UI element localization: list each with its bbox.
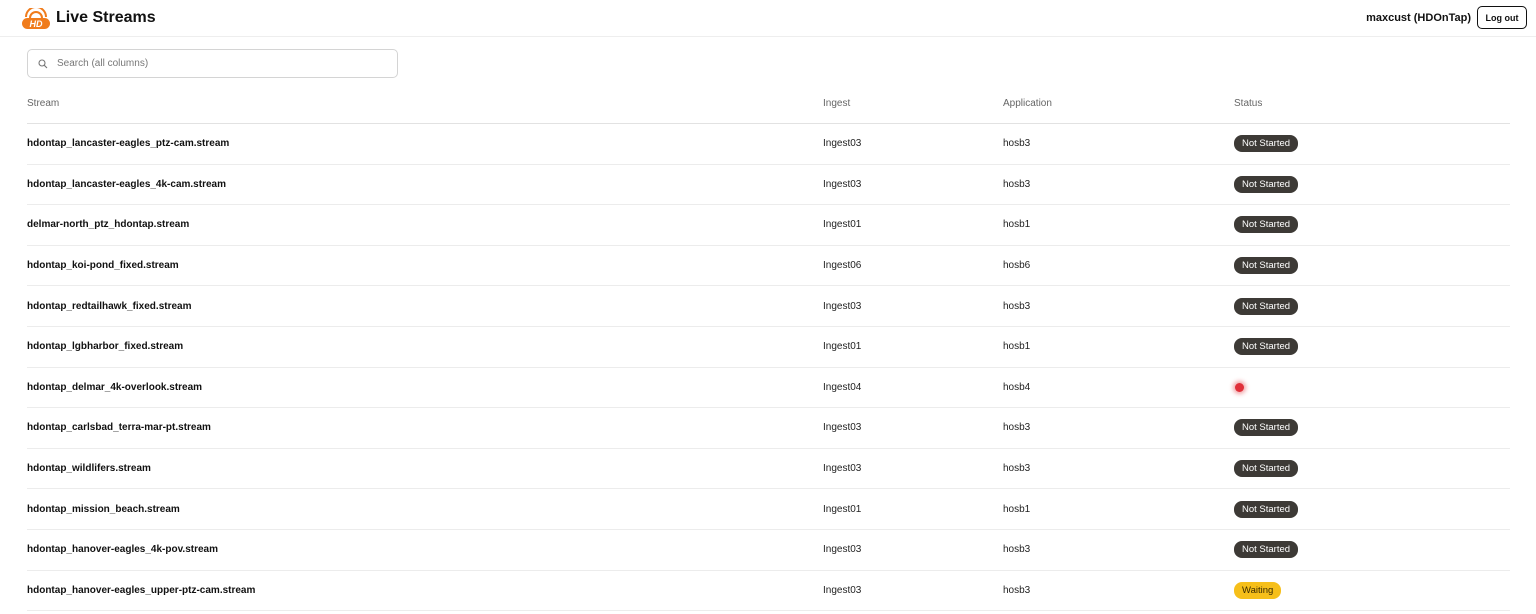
stream-name: delmar-north_ptz_hdontap.stream: [27, 219, 190, 231]
ingest-value: Ingest04: [823, 381, 862, 393]
stream-name: hdontap_lancaster-eagles_ptz-cam.stream: [27, 138, 230, 150]
status-cell: Not Started: [1234, 205, 1299, 245]
stream-name: hdontap_lancaster-eagles_4k-cam.stream: [27, 178, 226, 190]
ingest-value: Ingest03: [823, 300, 862, 312]
status-badge: Not Started: [1234, 541, 1299, 559]
search-input[interactable]: [57, 58, 397, 69]
status-cell: Not Started: [1234, 530, 1299, 570]
table-row[interactable]: delmar-north_ptz_hdontap.stream Ingest01 h…: [27, 205, 1510, 246]
live-status-dot-icon: [1235, 382, 1244, 392]
status-cell: Not Started: [1234, 327, 1299, 367]
application-value: hosb3: [1003, 544, 1031, 556]
status-cell: Not Started: [1234, 165, 1299, 205]
application-value: hosb3: [1003, 178, 1031, 190]
stream-name: hdontap_delmar_4k-overlook.stream: [27, 381, 203, 393]
stream-name: hdontap_carlsbad_terra-mar-pt.stream: [27, 422, 211, 434]
stream-name: hdontap_lgbharbor_fixed.stream: [27, 341, 184, 353]
table-row[interactable]: hdontap_redtailhawk_fixed.stream Ingest03…: [27, 286, 1510, 327]
table-row[interactable]: hdontap_lancaster-eagles_4k-cam.stream In…: [27, 165, 1510, 206]
table-row[interactable]: hdontap_hanover-eagles_4k-pov.stream Inge…: [27, 530, 1510, 571]
status-cell: Not Started: [1234, 246, 1299, 286]
streams-table: Stream Ingest Application Status hdontap…: [27, 83, 1510, 612]
status-badge: Not Started: [1234, 460, 1299, 478]
stream-name: hdontap_koi-pond_fixed.stream: [27, 260, 179, 272]
status-cell: [1234, 368, 1244, 408]
search-box[interactable]: [27, 49, 398, 78]
table-header: Stream Ingest Application Status: [27, 83, 1510, 124]
ingest-value: Ingest01: [823, 341, 862, 353]
user-name: maxcust (HDOnTap): [1366, 12, 1471, 24]
ingest-value: Ingest06: [823, 260, 862, 272]
application-value: hosb3: [1003, 300, 1031, 312]
table-row[interactable]: hdontap_delmar_4k-overlook.stream Ingest0…: [27, 368, 1510, 409]
column-header-application[interactable]: Application: [1003, 83, 1052, 123]
status-badge: Not Started: [1234, 135, 1299, 153]
table-row[interactable]: hdontap_hanover-eagles_upper-ptz-cam.str…: [27, 571, 1510, 612]
column-header-status[interactable]: Status: [1234, 83, 1262, 123]
status-cell: Not Started: [1234, 408, 1299, 448]
column-header-stream[interactable]: Stream: [27, 83, 59, 123]
application-value: hosb3: [1003, 138, 1031, 150]
table-row[interactable]: hdontap_carlsbad_terra-mar-pt.stream Inge…: [27, 408, 1510, 449]
status-badge: Not Started: [1234, 257, 1299, 275]
application-value: hosb1: [1003, 341, 1031, 353]
application-value: hosb3: [1003, 584, 1031, 596]
status-badge: Not Started: [1234, 216, 1299, 234]
page-title: Live Streams: [56, 9, 156, 26]
status-badge: Not Started: [1234, 175, 1299, 193]
top-bar: HD Live Streams maxcust (HDOnTap) Log ou…: [0, 0, 1536, 37]
stream-name: hdontap_wildlifers.stream: [27, 463, 151, 475]
ingest-value: Ingest03: [823, 463, 862, 475]
stream-name: hdontap_hanover-eagles_upper-ptz-cam.str…: [27, 584, 256, 596]
status-cell: Not Started: [1234, 286, 1299, 326]
ingest-value: Ingest03: [823, 544, 862, 556]
ingest-value: Ingest01: [823, 219, 862, 231]
logout-button[interactable]: Log out: [1477, 6, 1527, 29]
table-row[interactable]: hdontap_mission_beach.stream Ingest01 hosb…: [27, 489, 1510, 530]
status-cell: Waiting: [1234, 571, 1282, 611]
ingest-value: Ingest03: [823, 422, 862, 434]
status-badge: Not Started: [1234, 419, 1299, 437]
application-value: hosb1: [1003, 503, 1031, 515]
application-value: hosb6: [1003, 260, 1031, 272]
ingest-value: Ingest03: [823, 178, 862, 190]
logo-text: HD: [30, 19, 43, 29]
stream-name: hdontap_hanover-eagles_4k-pov.stream: [27, 544, 218, 556]
status-badge: Not Started: [1234, 338, 1299, 356]
application-value: hosb3: [1003, 463, 1031, 475]
status-badge: Waiting: [1234, 581, 1282, 599]
table-row[interactable]: hdontap_koi-pond_fixed.stream Ingest06 hos…: [27, 246, 1510, 287]
application-value: hosb3: [1003, 422, 1031, 434]
ingest-value: Ingest03: [823, 584, 862, 596]
search-icon: [38, 58, 48, 68]
status-badge: Not Started: [1234, 297, 1299, 315]
table-row[interactable]: hdontap_lancaster-eagles_ptz-cam.stream I…: [27, 124, 1510, 165]
status-cell: Not Started: [1234, 489, 1299, 529]
stream-name: hdontap_redtailhawk_fixed.stream: [27, 300, 192, 312]
table-body: hdontap_lancaster-eagles_ptz-cam.stream I…: [27, 124, 1510, 612]
ingest-value: Ingest03: [823, 138, 862, 150]
table-row[interactable]: hdontap_wildlifers.stream Ingest03 hosb3 No…: [27, 449, 1510, 490]
hdontap-logo-icon[interactable]: HD: [21, 8, 51, 30]
table-row[interactable]: hdontap_lgbharbor_fixed.stream Ingest01 ho…: [27, 327, 1510, 368]
column-header-ingest[interactable]: Ingest: [823, 83, 850, 123]
application-value: hosb4: [1003, 381, 1031, 393]
ingest-value: Ingest01: [823, 503, 862, 515]
status-cell: Not Started: [1234, 124, 1299, 164]
status-cell: Not Started: [1234, 449, 1299, 489]
status-badge: Not Started: [1234, 500, 1299, 518]
stream-name: hdontap_mission_beach.stream: [27, 503, 180, 515]
application-value: hosb1: [1003, 219, 1031, 231]
